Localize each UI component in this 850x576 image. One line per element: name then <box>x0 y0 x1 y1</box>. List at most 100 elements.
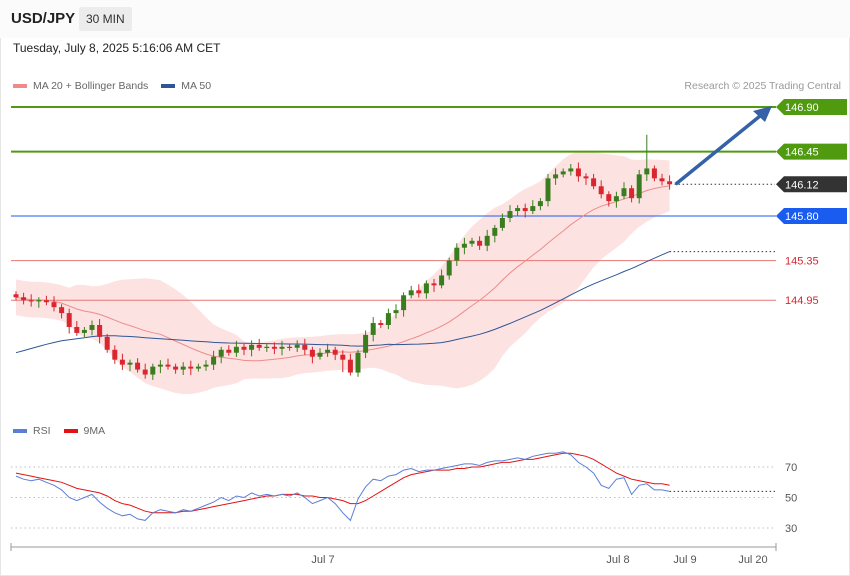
candle-body <box>249 344 255 350</box>
price-chart: 146.90 146.45 146.12 145.80 145.35 144.95 70 50… <box>10 99 847 566</box>
candle-body <box>195 366 201 369</box>
level-label-146.45: 146.45 <box>785 147 819 159</box>
candle-body <box>598 186 604 195</box>
candle-body <box>613 196 619 202</box>
candle-body <box>150 366 156 375</box>
forecast-arrow-shaft <box>674 114 762 186</box>
candle-body <box>203 364 209 367</box>
candle-body <box>515 208 521 212</box>
candle-body <box>553 174 559 179</box>
candle-body <box>340 354 346 360</box>
candle-body <box>188 366 194 369</box>
candle-body <box>606 194 612 202</box>
candle-body <box>142 369 148 375</box>
candle-body <box>211 356 217 365</box>
candle-body <box>629 188 635 199</box>
candle-body <box>492 227 498 236</box>
candle-body <box>560 171 566 175</box>
candle-body <box>74 326 80 333</box>
candle-body <box>264 346 270 348</box>
candle-body <box>370 323 376 335</box>
level-label-145.80: 145.80 <box>785 211 819 223</box>
rsi-tick-30: 30 <box>785 523 797 535</box>
candle-body <box>332 349 338 355</box>
candle-body <box>294 344 300 348</box>
candle-body <box>401 295 407 311</box>
x-axis-label-0: Jul 7 <box>311 554 334 566</box>
candle-body <box>21 297 27 301</box>
x-axis-label-2: Jul 9 <box>673 554 696 566</box>
candle-body <box>256 344 262 348</box>
candle-body <box>644 168 650 175</box>
rsi-9ma-line <box>15 452 670 514</box>
candle-body <box>575 168 581 177</box>
candle-body <box>423 283 429 294</box>
candle-body <box>226 349 232 353</box>
candle-body <box>173 366 179 370</box>
candle-body <box>241 346 247 350</box>
candle-body <box>439 275 445 286</box>
level-label-146.90: 146.90 <box>785 102 819 114</box>
candle-body <box>28 300 34 302</box>
candle-body <box>104 336 110 350</box>
level-label-146.12: 146.12 <box>785 179 819 191</box>
candle-body <box>127 362 133 365</box>
candle-body <box>157 364 163 367</box>
candle-body <box>446 260 452 276</box>
candle-body <box>218 349 224 357</box>
candle-body <box>279 346 285 349</box>
candle-body <box>469 240 475 244</box>
candle-body <box>568 168 574 172</box>
candle-body <box>97 325 103 337</box>
candle-body <box>659 178 665 182</box>
candle-body <box>36 300 42 302</box>
candle-body <box>408 290 414 296</box>
candle-body <box>621 188 627 197</box>
candle-body <box>309 349 315 357</box>
candle-body <box>119 359 125 365</box>
rsi-line <box>15 451 670 522</box>
candle-body <box>385 313 391 325</box>
candle-body <box>363 334 369 353</box>
candle-body <box>51 302 57 308</box>
candle-body <box>43 300 49 303</box>
rsi-tick-70: 70 <box>785 462 797 474</box>
candle-body <box>302 344 308 350</box>
candle-body <box>454 247 460 261</box>
candle-body <box>530 206 536 212</box>
candle-body <box>89 325 95 330</box>
candle-body <box>317 352 323 357</box>
candle-body <box>81 329 87 333</box>
candle-body <box>355 352 361 373</box>
candle-body <box>431 283 437 286</box>
candle-body <box>477 240 483 246</box>
candle-body <box>545 178 551 202</box>
candle-body <box>499 217 505 228</box>
level-label-145.35: 145.35 <box>785 256 819 268</box>
rsi-tick-50: 50 <box>785 493 797 505</box>
candle-body <box>636 174 642 199</box>
candle-body <box>591 178 597 187</box>
candle-body <box>484 235 490 246</box>
candle-body <box>165 364 171 367</box>
candle-body <box>461 243 467 248</box>
candle-body <box>135 362 141 370</box>
candle-body <box>522 208 528 212</box>
candle-body <box>66 313 72 327</box>
candle-body <box>347 359 353 373</box>
candle-body <box>537 201 543 207</box>
candle-body <box>287 346 293 348</box>
candle-body <box>393 310 399 314</box>
candle-body <box>180 366 186 370</box>
candle-body <box>583 176 589 179</box>
candle-body <box>59 307 65 314</box>
level-label-144.95: 144.95 <box>785 295 819 307</box>
candle-body <box>507 211 513 218</box>
candle-body <box>416 290 422 294</box>
candle-body <box>13 294 19 298</box>
x-axis-label-3: Jul 20 <box>738 554 767 566</box>
candle-body <box>651 168 657 179</box>
candle-body <box>378 323 384 325</box>
candle-body <box>325 349 331 353</box>
x-axis-label-1: Jul 8 <box>606 554 629 566</box>
